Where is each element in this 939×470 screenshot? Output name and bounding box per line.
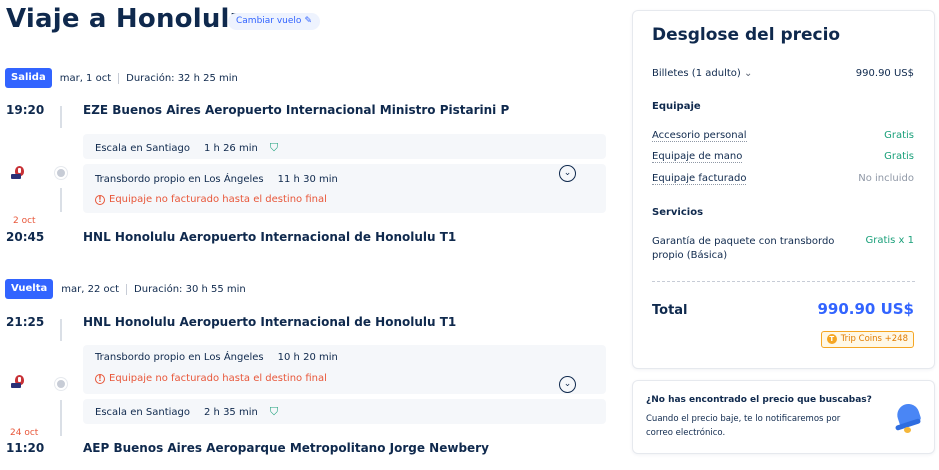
hand-baggage-label[interactable]: Equipaje de mano [652, 151, 743, 163]
stop-label: Escala en Santiago [95, 406, 191, 418]
hand-baggage-value: Gratis [884, 151, 914, 162]
guarantee-label: Garantía de paquete con transbordo propi… [652, 236, 835, 261]
warning-icon: ! [95, 373, 105, 384]
price-alert-question: ¿No has encontrado el precio que buscaba… [646, 395, 872, 405]
checked-baggage-value: No incluido [858, 173, 914, 184]
personal-item-value: Gratis [884, 130, 914, 141]
coin-icon: T [826, 334, 837, 344]
divider [126, 283, 128, 295]
airline-logo-icon [11, 375, 25, 391]
outbound-transfer-la: Transbordo propio en Los Ángeles 11 h 30… [83, 164, 606, 213]
warning-icon: ! [95, 194, 105, 205]
price-alert-description: Cuando el precio baje, te lo notificarem… [646, 414, 841, 438]
outbound-arrive-time: 20:45 [6, 230, 45, 244]
transfer-duration: 10 h 20 min [277, 352, 338, 363]
tickets-value: 990.90 US$ [855, 68, 914, 79]
price-breakdown-panel: Desglose del precio Billetes (1 adulto) … [632, 10, 935, 369]
outbound-depart-airport: EZE Buenos Aires Aeropuerto Internaciona… [83, 103, 510, 117]
total-value: 990.90 US$ [817, 300, 914, 318]
price-alert-card[interactable]: ¿No has encontrado el precio que buscaba… [632, 380, 935, 454]
transfer-duration: 11 h 30 min [277, 174, 338, 185]
return-date: mar, 22 oct [61, 283, 120, 295]
outbound-depart-time: 19:20 [6, 103, 45, 117]
timeline-dot [55, 167, 67, 179]
tickets-label: Billetes (1 adulto) [652, 68, 741, 79]
return-badge: Vuelta [5, 279, 54, 299]
return-arrive-time: 11:20 [6, 441, 45, 455]
return-arrive-airport: AEP Buenos Aires Aeroparque Metropolitan… [83, 441, 489, 455]
return-stop-santiago: Escala en Santiago 2 h 35 min ⛉ [83, 399, 606, 424]
checked-baggage-label[interactable]: Equipaje facturado [652, 173, 747, 185]
divider [118, 72, 120, 84]
outbound-date: mar, 1 oct [59, 72, 112, 84]
return-depart-time: 21:25 [6, 315, 45, 329]
timeline-line [60, 188, 62, 212]
timeline-line [60, 106, 62, 128]
personal-item-label[interactable]: Accesorio personal [652, 130, 747, 142]
return-depart-airport: HNL Honolulu Aeropuerto Internacional de… [83, 315, 457, 329]
outbound-duration: Duración: 32 h 25 min [126, 72, 238, 84]
transfer-label: Transbordo propio en Los Ángeles [95, 174, 264, 185]
baggage-section-title: Equipaje [652, 101, 701, 112]
stop-duration: 1 h 26 min [204, 142, 258, 154]
outbound-header: Salida mar, 1 oct Duración: 32 h 25 min [5, 68, 238, 88]
stop-label: Escala en Santiago [95, 142, 191, 154]
trip-page: Viaje a Honolulu Cambiar vuelo ✎ Salida m… [0, 0, 939, 470]
return-transfer-la: Transbordo propio en Los Ángeles 10 h 20… [83, 345, 606, 394]
airline-logo-icon [11, 166, 25, 182]
guarantee-value: Gratis x 1 [865, 235, 914, 246]
page-title: Viaje a Honolulu [6, 4, 249, 34]
total-label: Total [652, 303, 688, 318]
trip-coins-badge: T Trip Coins +248 [820, 331, 914, 348]
outbound-stop-santiago: Escala en Santiago 1 h 26 min ⛉ [83, 134, 606, 159]
return-header: Vuelta mar, 22 oct Duración: 30 h 55 min [5, 279, 246, 299]
baggage-warning: Equipaje no facturado hasta el destino f… [109, 194, 327, 205]
timeline-dot [55, 378, 67, 390]
baggage-warning: Equipaje no facturado hasta el destino f… [109, 373, 327, 384]
expand-chevron-icon[interactable]: ⌄ [559, 376, 576, 393]
change-flight-button[interactable]: Cambiar vuelo ✎ [228, 13, 320, 30]
timeline-line [60, 400, 62, 436]
pencil-icon: ✎ [304, 16, 312, 26]
trip-coins-label: Trip Coins +248 [840, 334, 908, 344]
shield-icon: ⛉ [269, 405, 279, 418]
outbound-arrive-airport: HNL Honolulu Aeropuerto Internacional de… [83, 230, 457, 244]
return-arrive-date-note: 24 oct [10, 428, 39, 438]
price-panel-title: Desglose del precio [652, 25, 841, 45]
bell-icon [894, 401, 922, 434]
change-flight-label: Cambiar vuelo [236, 16, 302, 26]
divider [652, 281, 915, 282]
shield-icon: ⛉ [269, 141, 279, 154]
chevron-down-icon: ⌄ [743, 68, 753, 79]
outbound-arrive-date-note: 2 oct [13, 216, 36, 226]
outbound-badge: Salida [5, 68, 52, 88]
transfer-label: Transbordo propio en Los Ángeles [95, 352, 264, 363]
expand-chevron-icon[interactable]: ⌄ [559, 165, 576, 182]
return-duration: Duración: 30 h 55 min [134, 283, 246, 295]
services-section-title: Servicios [652, 207, 704, 218]
timeline-line [60, 319, 62, 341]
tickets-toggle[interactable]: Billetes (1 adulto) ⌄ [652, 68, 752, 79]
stop-duration: 2 h 35 min [204, 406, 258, 418]
